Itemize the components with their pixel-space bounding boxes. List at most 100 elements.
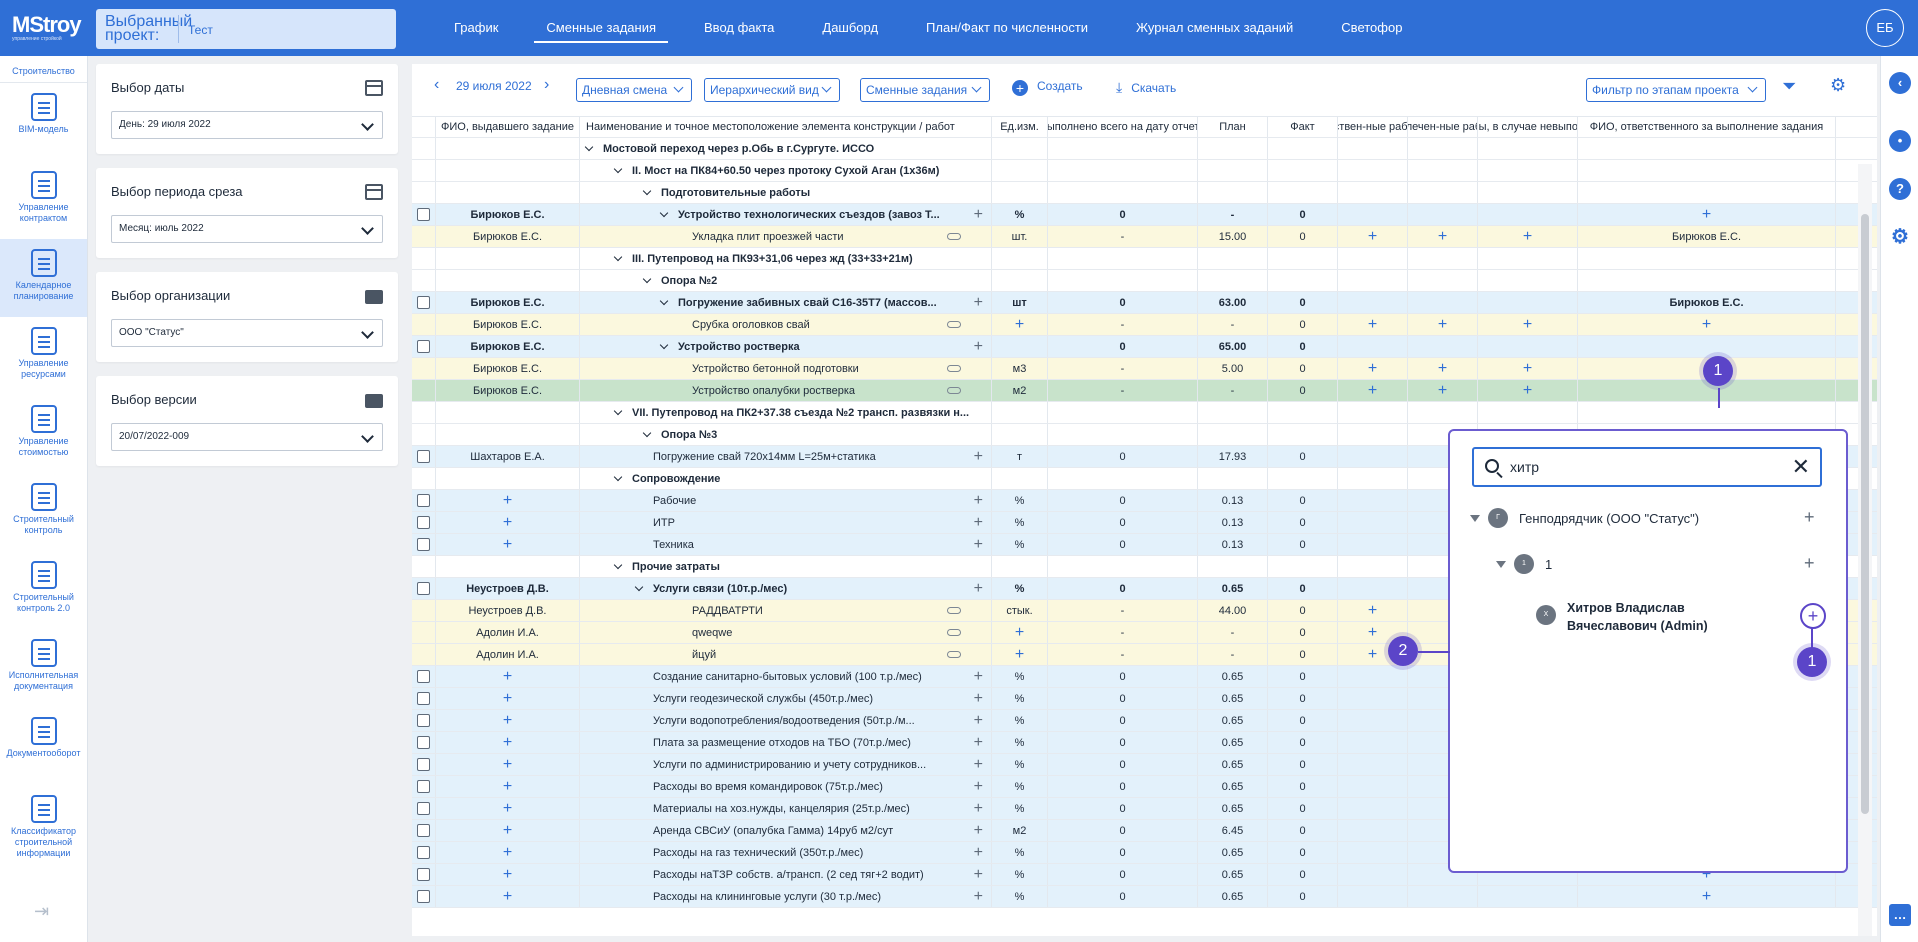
task-name[interactable]: Расходы наТЗР собств. а/трансп. (2 сед т… [580, 864, 992, 885]
calendar-icon[interactable] [365, 184, 383, 200]
link-icon[interactable] [947, 365, 961, 372]
group-name[interactable]: Сопровождение [580, 468, 992, 489]
add-subtask-icon[interactable]: + [974, 536, 983, 554]
row-checkbox[interactable] [412, 490, 436, 511]
add-icon[interactable]: + [1523, 360, 1532, 377]
add-icon[interactable]: + [503, 888, 512, 905]
checkbox[interactable] [417, 846, 430, 859]
unit-cell[interactable]: + [992, 622, 1048, 643]
link-icon[interactable] [947, 651, 961, 658]
add-icon[interactable]: + [1702, 316, 1711, 333]
task-name[interactable]: Услуги водопотребления/водоотведения (50… [580, 710, 992, 731]
expand-triangle-icon[interactable] [1470, 514, 1480, 522]
add-icon[interactable]: + [503, 844, 512, 861]
checkbox[interactable] [417, 890, 430, 903]
add-icon[interactable]: + [503, 778, 512, 795]
row-checkbox[interactable] [412, 358, 436, 379]
checkbox[interactable] [417, 538, 430, 551]
collapse-chevron-icon[interactable] [642, 186, 652, 196]
folder-icon[interactable] [365, 394, 383, 408]
group-name[interactable]: Подготовительные работы [580, 182, 992, 203]
add-subtask-icon[interactable]: + [974, 822, 983, 840]
stage-filter-select[interactable]: Фильтр по этапам проекта [1586, 78, 1766, 102]
task-name[interactable]: Материалы на хоз.нужды, канцелярия (25т.… [580, 798, 992, 819]
checkbox[interactable] [417, 824, 430, 837]
checkbox[interactable] [417, 670, 430, 683]
user-avatar[interactable]: ЕБ [1866, 9, 1904, 47]
vertical-scrollbar[interactable] [1858, 164, 1872, 936]
filter-icon[interactable]: ⏷ [1782, 76, 1796, 97]
settings-gear-icon[interactable]: ⚙ [1830, 75, 1846, 96]
row-checkbox[interactable] [412, 710, 436, 731]
add-subtask-icon[interactable]: + [974, 800, 983, 818]
date-select[interactable]: День: 29 июля 2022 [111, 111, 383, 139]
add-subtask-icon[interactable]: + [974, 712, 983, 730]
row-checkbox[interactable] [412, 798, 436, 819]
calendar-icon[interactable] [365, 80, 383, 96]
add-person-icon[interactable]: + [1800, 603, 1826, 629]
task-name[interactable]: Аренда СВСиУ (опалубка Гамма) 14руб м2/с… [580, 820, 992, 841]
add-icon[interactable]: + [1523, 228, 1532, 245]
nav-journal[interactable]: Журнал сменных заданий [1112, 0, 1317, 56]
add-node-icon[interactable]: + [1804, 553, 1815, 574]
add-subtask-icon[interactable]: + [974, 492, 983, 510]
issuer-name[interactable]: + [436, 710, 580, 731]
task-name[interactable]: Расходы во время командировок (75т.р./ме… [580, 776, 992, 797]
row-checkbox[interactable] [412, 732, 436, 753]
row-checkbox[interactable] [412, 380, 436, 401]
checkbox[interactable] [417, 758, 430, 771]
add-subtask-icon[interactable]: + [974, 448, 983, 466]
row-checkbox[interactable] [412, 292, 436, 313]
add-subtask-icon[interactable]: + [974, 690, 983, 708]
app-logo[interactable]: MStroy управление стройкой [12, 12, 82, 42]
collapse-chevron-icon[interactable] [584, 142, 594, 152]
unit-cell[interactable]: + [992, 314, 1048, 335]
add-icon[interactable]: + [1368, 382, 1377, 399]
add-icon[interactable]: + [503, 492, 512, 509]
task-name[interactable]: Плата за размещение отходов на ТБО (70т.… [580, 732, 992, 753]
task-name[interactable]: qweqwe [580, 622, 992, 643]
checkbox[interactable] [417, 450, 430, 463]
sidebar-section-title[interactable]: Строительство [0, 56, 87, 83]
checkbox[interactable] [417, 582, 430, 595]
notification-bell-icon[interactable]: • [1889, 130, 1911, 152]
checkbox[interactable] [417, 868, 430, 881]
collapse-chevron-icon[interactable] [613, 252, 623, 262]
task-name[interactable]: Услуги геодезической службы (450т.р./мес… [580, 688, 992, 709]
link-icon[interactable] [947, 321, 961, 328]
row-checkbox[interactable] [412, 622, 436, 643]
add-subtask-icon[interactable]: + [974, 756, 983, 774]
issuer-name[interactable]: + [436, 490, 580, 511]
add-subtask-icon[interactable]: + [974, 338, 983, 356]
nav-schedule[interactable]: График [430, 0, 522, 56]
sidebar-item-bim[interactable]: BIM-модель [0, 83, 87, 161]
reason-cell[interactable]: + [1478, 380, 1578, 401]
unit-cell[interactable]: + [992, 644, 1048, 665]
task-name[interactable]: Создание санитарно-бытовых условий (100 … [580, 666, 992, 687]
nav-traffic-light[interactable]: Светофор [1317, 0, 1426, 56]
group-name[interactable]: Опора №3 [580, 424, 992, 445]
task-name[interactable]: Расходы на клининговые услуги (30 т.р./м… [580, 886, 992, 907]
expand-triangle-icon[interactable] [1496, 560, 1506, 568]
search-input-value[interactable]: хитр [1510, 459, 1539, 475]
nav-plan-fact[interactable]: План/Факт по численности [902, 0, 1112, 56]
collapse-chevron-icon[interactable] [659, 208, 669, 218]
add-icon[interactable]: + [1523, 382, 1532, 399]
checkbox[interactable] [417, 516, 430, 529]
tree-node-person[interactable]: Х Хитров Владислав Вячеславович (Admin) [1536, 599, 1756, 635]
add-subtask-icon[interactable]: + [974, 580, 983, 598]
add-subtask-icon[interactable]: + [974, 888, 983, 906]
sidebar-item-contract[interactable]: Управление контрактом [0, 161, 87, 239]
row-checkbox[interactable] [412, 644, 436, 665]
task-name[interactable]: ИТР + [580, 512, 992, 533]
link-icon[interactable] [947, 607, 961, 614]
task-name[interactable]: Укладка плит проезжей части [580, 226, 992, 247]
add-icon[interactable]: + [1368, 646, 1377, 663]
add-subtask-icon[interactable]: + [974, 206, 983, 224]
own-workers-cell[interactable]: + [1338, 600, 1408, 621]
next-date-icon[interactable]: › [544, 76, 549, 94]
row-checkbox[interactable] [412, 776, 436, 797]
group-name[interactable]: Мостовой переход через р.Обь в г.Сургуте… [580, 138, 992, 159]
add-subtask-icon[interactable]: + [974, 866, 983, 884]
issuer-name[interactable]: + [436, 688, 580, 709]
